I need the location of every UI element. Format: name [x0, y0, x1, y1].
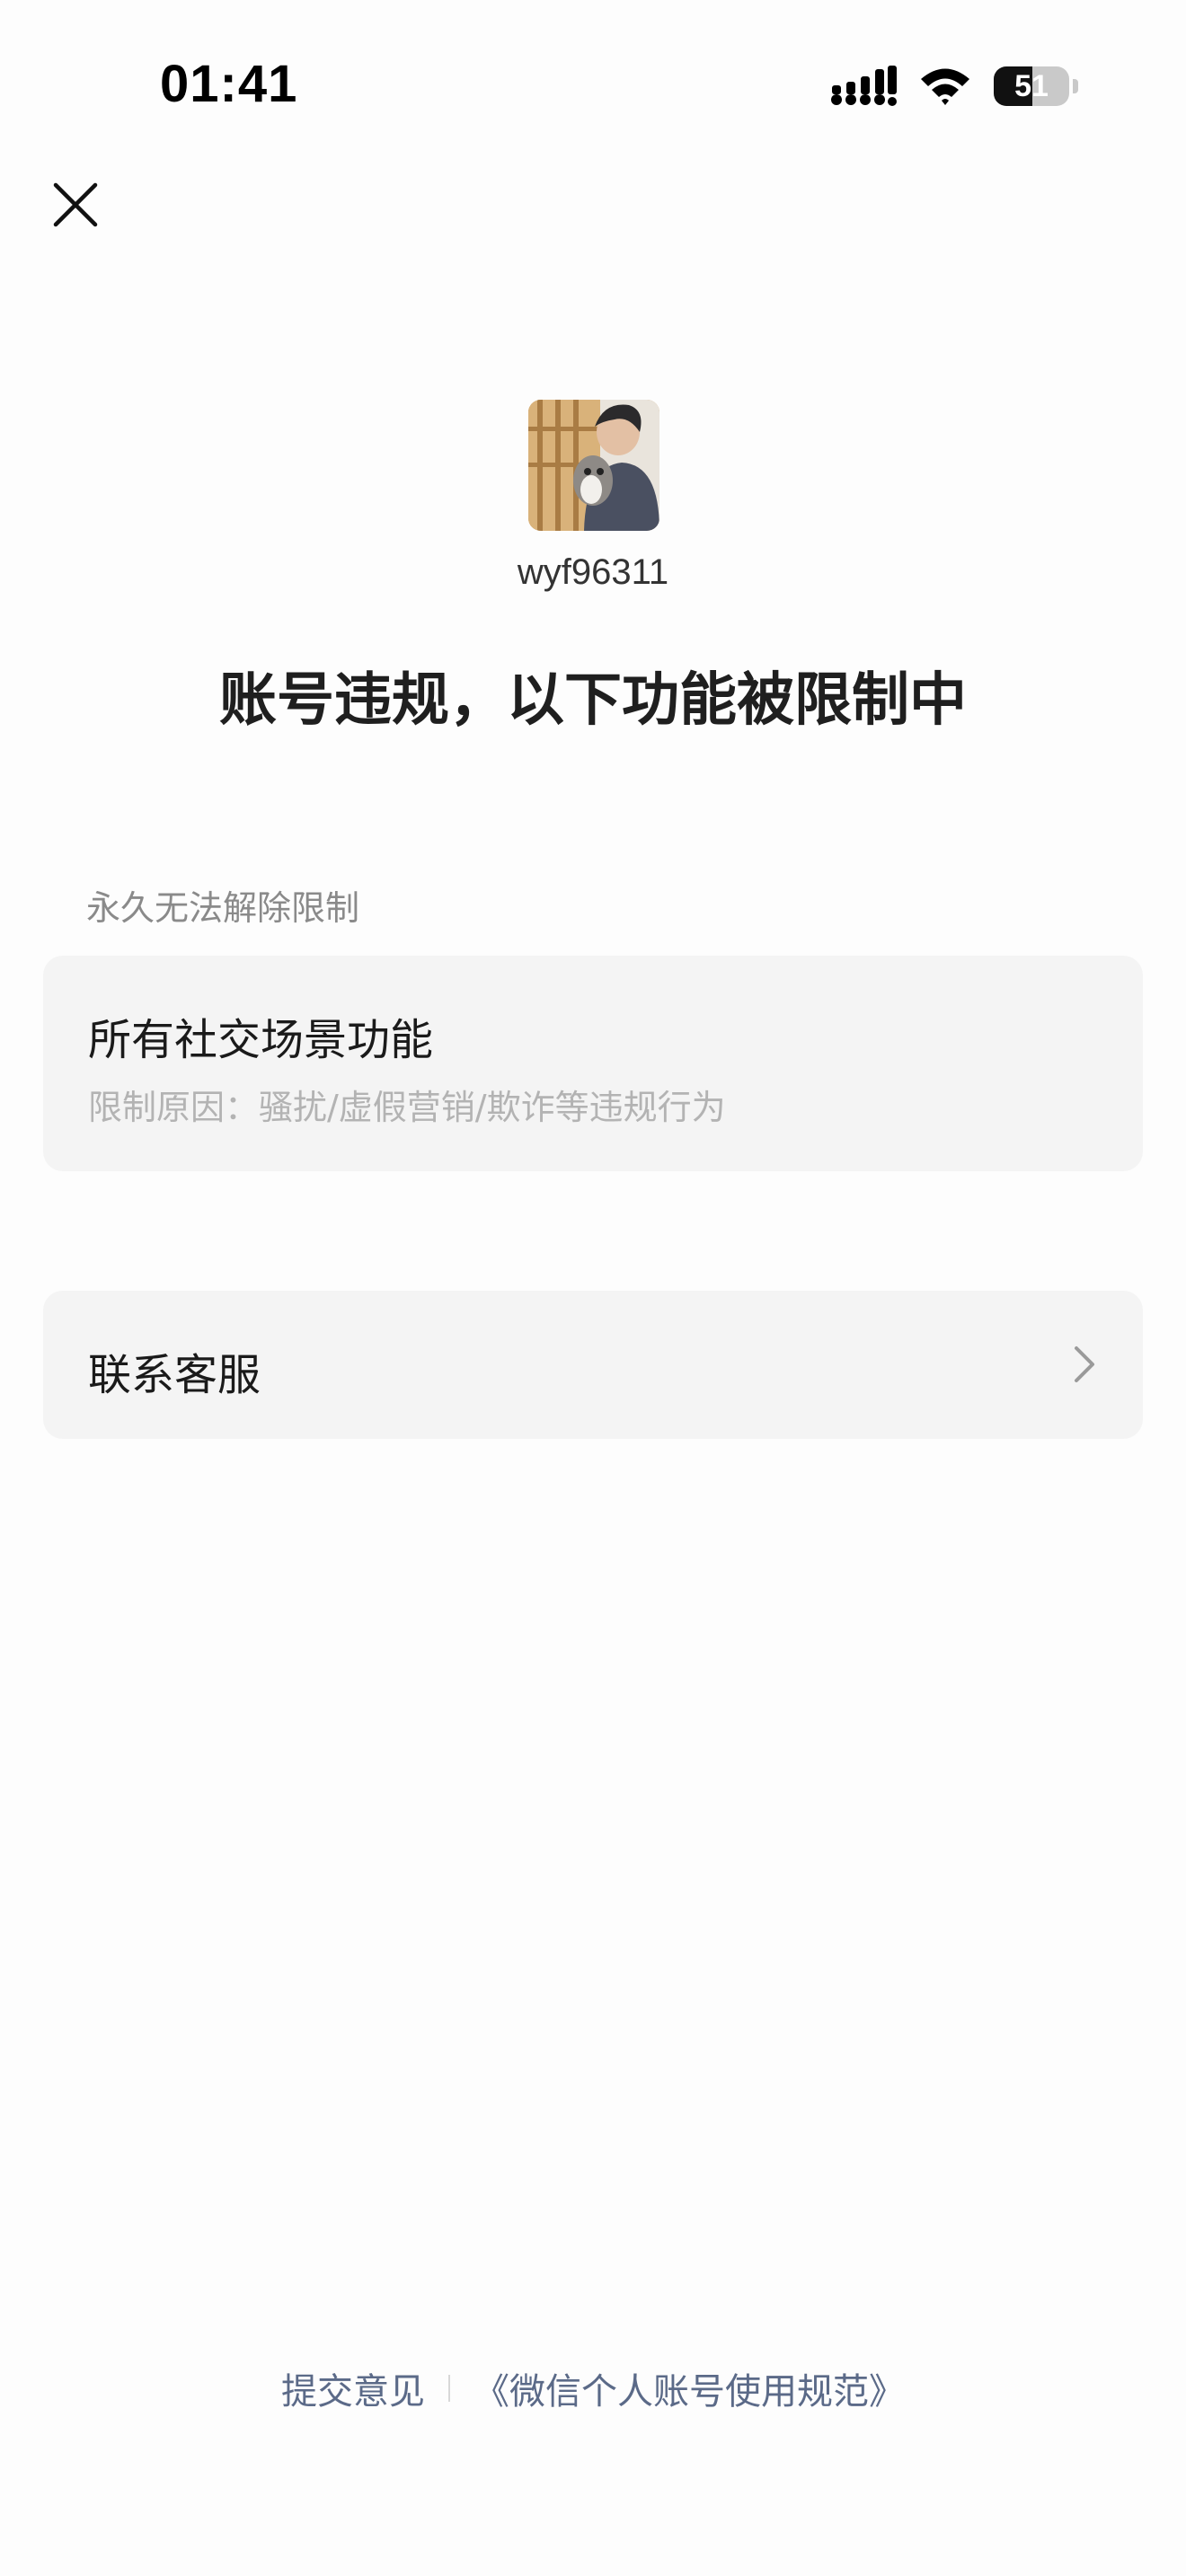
contact-support-button[interactable]: 联系客服 — [43, 1291, 1143, 1439]
policy-link[interactable]: 《微信个人账号使用规范》 — [474, 2362, 905, 2414]
username: wyf96311 — [517, 552, 669, 592]
close-button[interactable] — [50, 180, 101, 230]
chevron-right-icon — [1075, 1346, 1094, 1382]
restriction-title: 所有社交场景功能 — [88, 1015, 434, 1065]
footer: 提交意见 《微信个人账号使用规范》 — [0, 2362, 1186, 2414]
contact-support-label: 联系客服 — [88, 1350, 261, 1400]
feedback-link[interactable]: 提交意见 — [281, 2362, 425, 2414]
avatar-photo — [528, 400, 659, 531]
section-label: 永久无法解除限制 — [86, 888, 360, 928]
battery-level-text: 51 — [1014, 69, 1049, 103]
restriction-screen: 01:41 51 wyf96311 账号违规，以下功能被限制中 永久无法解除限制… — [0, 0, 1186, 2576]
cellular-signal-icon — [831, 66, 897, 106]
status-icons: 51 — [830, 63, 1078, 110]
status-time: 01:41 — [160, 55, 298, 113]
battery-icon: 51 — [994, 66, 1069, 106]
restriction-reason: 限制原因：骚扰/虚假营销/欺诈等违规行为 — [88, 1088, 726, 1127]
battery-nub — [1073, 79, 1078, 93]
footer-divider — [448, 2375, 450, 2402]
close-icon — [53, 182, 98, 227]
avatar — [528, 400, 659, 531]
wifi-icon — [921, 68, 969, 105]
restriction-card: 所有社交场景功能 限制原因：骚扰/虚假营销/欺诈等违规行为 — [43, 956, 1143, 1171]
page-title: 账号违规，以下功能被限制中 — [219, 667, 967, 734]
